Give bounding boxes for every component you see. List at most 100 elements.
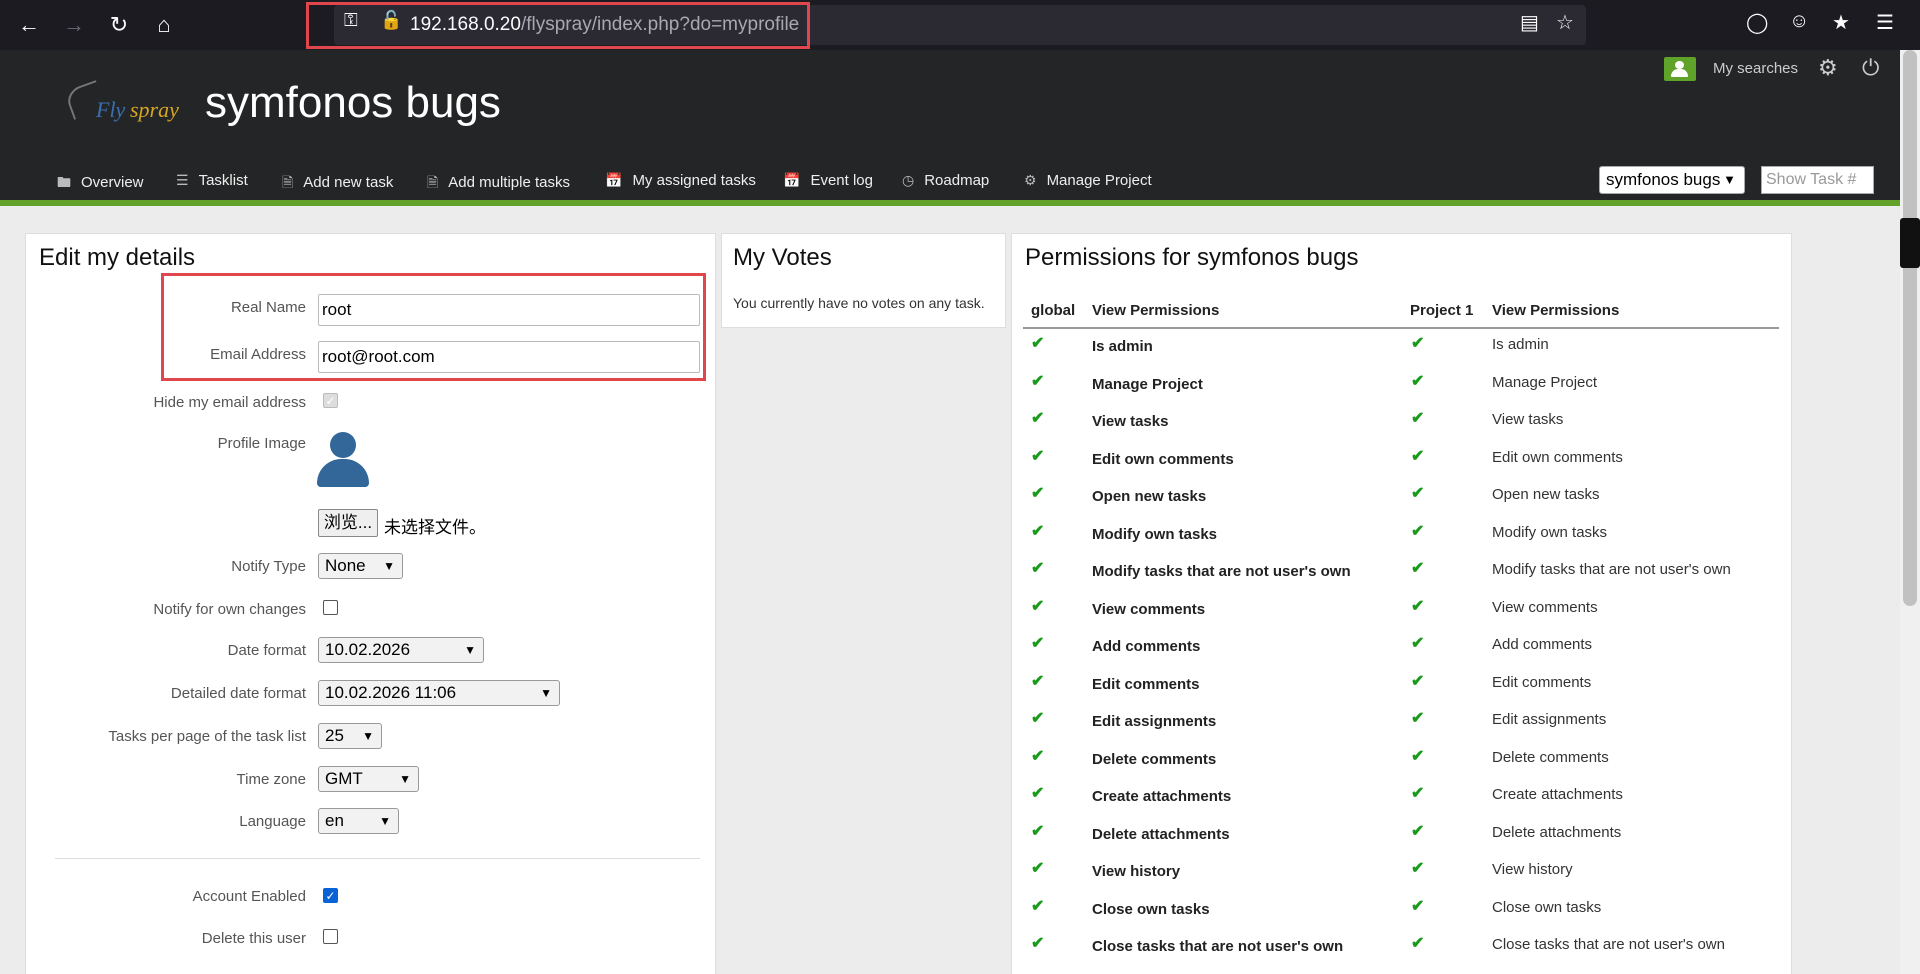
calendar-icon: 📅: [605, 172, 623, 188]
global-check-icon: ✔: [1031, 335, 1045, 352]
project-select[interactable]: symfonos bugs ▼: [1599, 166, 1745, 194]
browse-file-button[interactable]: 浏览...: [318, 509, 378, 537]
project-check-icon: ✔: [1411, 935, 1425, 952]
menu-roadmap[interactable]: ◷ Roadmap: [902, 172, 989, 189]
permission-name: Edit comments: [1092, 675, 1200, 693]
my-searches-link[interactable]: My searches: [1713, 60, 1798, 77]
pocket-icon[interactable]: ◯: [1746, 10, 1768, 35]
reload-icon[interactable]: ↻: [102, 8, 136, 42]
global-check-icon: ✔: [1031, 785, 1045, 802]
bookmark-star-icon[interactable]: ☆: [1556, 10, 1574, 35]
header-divider: [0, 200, 1900, 206]
date-format-label: Date format: [227, 642, 306, 659]
extensions-icon[interactable]: ★: [1832, 10, 1850, 35]
global-check-icon: ✔: [1031, 372, 1045, 390]
side-widget-handle[interactable]: [1900, 218, 1920, 268]
shield-icon[interactable]: ⚿: [344, 10, 358, 31]
url-text[interactable]: 192.168.0.20/flyspray/index.php?do=mypro…: [410, 14, 799, 36]
project-check-icon: ✔: [1411, 485, 1425, 502]
menu-hamburger-icon[interactable]: ☰: [1876, 10, 1894, 35]
global-check-icon: ✔: [1031, 485, 1045, 502]
account-enabled-checkbox[interactable]: ✓: [323, 888, 338, 903]
menu-tasklist[interactable]: ☰ Tasklist: [176, 172, 248, 189]
account-icon[interactable]: ☺: [1789, 10, 1809, 33]
logo-text-fly: Fly: [96, 97, 126, 122]
detailed-date-select[interactable]: 10.02.2026 11:06 ▼: [318, 680, 560, 706]
browser-toolbar: ← → ↻ ⌂ ⚿ 🔓 192.168.0.20/flyspray/index.…: [0, 0, 1920, 50]
global-check-icon: ✔: [1031, 522, 1045, 540]
hide-email-label: Hide my email address: [153, 394, 306, 411]
show-task-input[interactable]: Show Task #: [1761, 166, 1874, 194]
back-arrow-icon[interactable]: ←: [12, 8, 46, 42]
gears-icon[interactable]: ⚙: [1818, 55, 1838, 81]
notify-type-select[interactable]: None ▼: [318, 553, 403, 579]
permission-name-project: Modify own tasks: [1492, 523, 1608, 541]
permission-name-project: Edit own comments: [1492, 448, 1623, 466]
real-name-label: Real Name: [230, 299, 306, 316]
project-check-icon: ✔: [1411, 335, 1425, 352]
scrollbar-thumb[interactable]: [1903, 50, 1917, 606]
power-icon[interactable]: ⏻: [1862, 55, 1879, 81]
permission-name: Delete attachments: [1092, 825, 1230, 843]
project-check-icon: ✔: [1411, 635, 1425, 652]
project-check-icon: ✔: [1411, 710, 1425, 727]
menu-my-assigned-tasks[interactable]: 📅 My assigned tasks: [605, 172, 756, 189]
chevron-down-icon: ▼: [362, 729, 374, 743]
avatar: [317, 432, 369, 488]
menu-manage-project[interactable]: ⚙ Manage Project: [1024, 172, 1152, 189]
permission-name: Close own tasks: [1092, 900, 1210, 918]
forward-arrow-icon[interactable]: →: [57, 8, 91, 42]
tasks-per-page-select[interactable]: 25 ▼: [318, 723, 382, 749]
project-check-icon: ✔: [1411, 747, 1425, 765]
real-name-input[interactable]: root: [318, 294, 700, 326]
email-input[interactable]: root@root.com: [318, 341, 700, 373]
permission-name-project: Modify tasks that are not user's own: [1492, 561, 1731, 578]
edit-details-title: Edit my details: [39, 244, 196, 271]
notify-own-checkbox[interactable]: [323, 600, 338, 615]
permission-name-project: Add comments: [1492, 636, 1593, 653]
notify-type-label: Notify Type: [231, 558, 306, 575]
language-select[interactable]: en ▼: [318, 808, 399, 834]
votes-title: My Votes: [733, 244, 832, 271]
user-icon[interactable]: [1664, 57, 1696, 81]
lock-warning-icon[interactable]: 🔓: [380, 10, 402, 31]
project-check-icon: ✔: [1411, 522, 1425, 540]
global-check-icon: ✔: [1031, 860, 1045, 877]
project-check-icon: ✔: [1411, 447, 1425, 465]
permission-name-project: Open new tasks: [1492, 486, 1600, 503]
permission-name-project: View tasks: [1492, 411, 1564, 428]
permission-name-project: Create attachments: [1492, 786, 1623, 803]
time-zone-select[interactable]: GMT ▼: [318, 766, 419, 792]
gear-icon: ⚙: [1024, 172, 1037, 188]
reader-view-icon[interactable]: ▤: [1520, 10, 1539, 35]
file-icon: 🗎: [282, 174, 294, 190]
permission-name-project: View comments: [1492, 598, 1598, 616]
global-check-icon: ✔: [1031, 897, 1045, 915]
calendar-icon: 📅: [783, 172, 801, 188]
global-check-icon: ✔: [1031, 672, 1045, 690]
folder-icon: 🖿: [57, 174, 71, 190]
email-label: Email Address: [210, 346, 306, 363]
menu-add-new-task[interactable]: 🗎 Add new task: [282, 172, 393, 196]
project-check-icon: ✔: [1411, 785, 1425, 802]
menu-event-log[interactable]: 📅 Event log: [783, 172, 873, 189]
menu-add-multiple-tasks[interactable]: 🗎 Add multiple tasks: [427, 172, 570, 196]
time-zone-label: Time zone: [236, 771, 306, 788]
chevron-down-icon: ▼: [379, 814, 391, 828]
delete-user-checkbox[interactable]: [323, 929, 338, 944]
site-title[interactable]: symfonos bugs: [205, 78, 501, 128]
project-check-icon: ✔: [1411, 372, 1425, 390]
project-check-icon: ✔: [1411, 597, 1425, 615]
permission-name-project: Close own tasks: [1492, 898, 1602, 916]
flyspray-logo[interactable]: Fly spray: [62, 80, 182, 145]
date-format-select[interactable]: 10.02.2026 ▼: [318, 637, 484, 663]
home-icon[interactable]: ⌂: [147, 8, 181, 42]
menu-overview[interactable]: 🖿 Overview: [57, 172, 144, 196]
file-status-text: 未选择文件。: [384, 518, 486, 537]
hide-email-checkbox[interactable]: ✓: [323, 393, 338, 408]
permission-name: Manage Project: [1092, 375, 1203, 393]
project-check-icon: ✔: [1411, 860, 1425, 877]
form-divider: [55, 858, 700, 859]
permission-name-project: Close tasks that are not user's own: [1492, 936, 1725, 953]
col-view-permissions-header: View Permissions: [1092, 302, 1220, 319]
